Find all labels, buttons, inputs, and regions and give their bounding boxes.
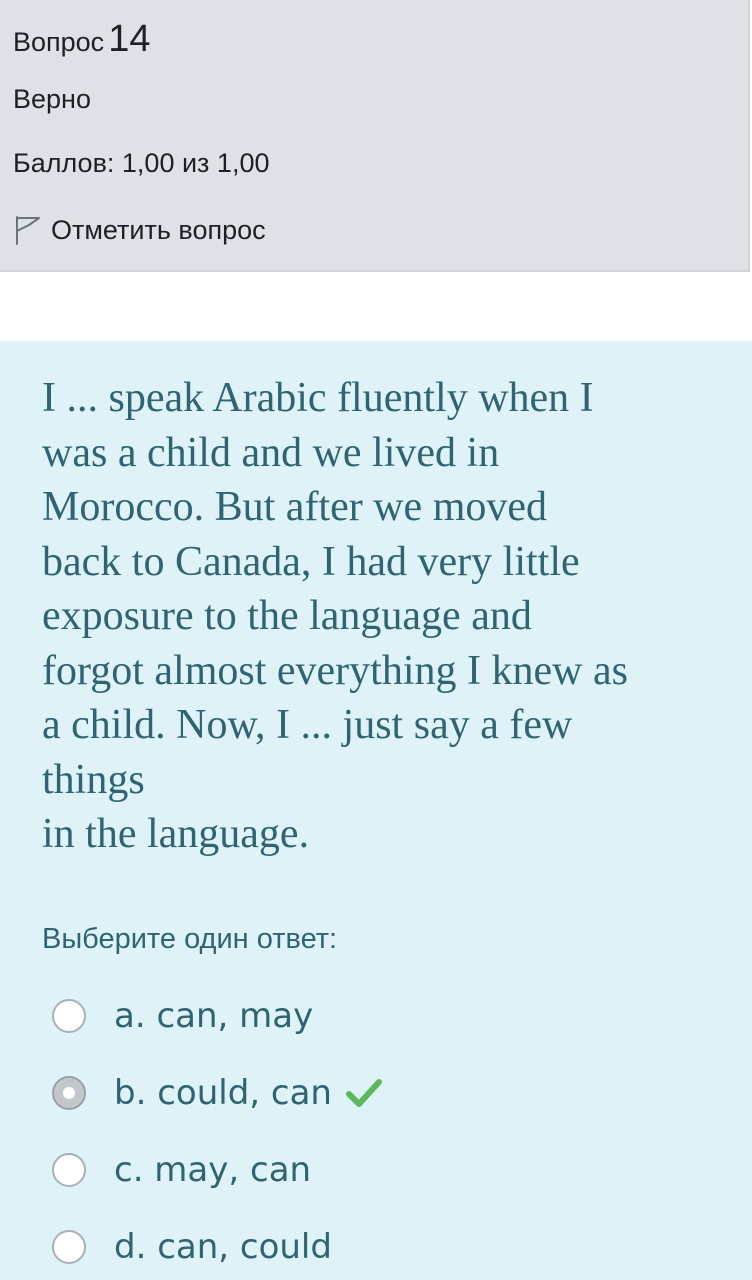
answer-option-c[interactable]: c. may, can [52,1131,732,1208]
answer-radio-d[interactable] [52,1229,86,1264]
answer-radio-b[interactable] [52,1075,86,1110]
answer-radio-a[interactable] [52,998,86,1033]
question-text-line: Morocco. But after we moved [42,484,548,530]
answer-label-d: d. can, could [114,1226,332,1267]
flag-question-link[interactable]: Отметить вопрос [13,214,266,246]
correct-check-icon [345,1078,382,1107]
flag-question-label: Отметить вопрос [51,214,266,245]
quiz-page: Вопрос 14 Верно Баллов: 1,00 из 1,00 Отме… [0,0,752,1280]
question-text-line: back to Canada, I had very little [42,538,580,585]
answer-option-d[interactable]: d. can, could [52,1208,732,1280]
answer-prompt: Выберите один ответ: [42,923,338,955]
answer-radio-c[interactable] [52,1152,86,1187]
question-text-line: in the language. [42,811,310,857]
question-text-line: exposure to the language and [42,593,532,639]
question-state: Верно [13,84,91,114]
answer-label-a: a. can, may [114,995,314,1036]
question-content-panel: I ... speak Arabic fluently when I was a… [0,341,752,1280]
flag-outline-icon [16,216,40,245]
question-text-line: was a child and we lived in [42,429,500,476]
question-info-panel: Вопрос 14 Верно Баллов: 1,00 из 1,00 Отме… [0,0,750,272]
answer-options: a. can, may b. could, can c. may, can d.… [52,977,732,1280]
question-text-line: a child. Now, I ... just say a few [42,702,573,748]
question-text: I ... speak Arabic fluently when I was a… [42,371,722,862]
answer-option-b[interactable]: b. could, can [52,1054,732,1131]
answer-label-c: c. may, can [114,1149,312,1190]
question-text-line: forgot almost everything I knew as [42,647,628,694]
question-text-line: things [42,756,145,803]
answer-label-b: b. could, can [114,1072,332,1113]
question-number-heading: Вопрос 14 [13,18,150,61]
question-grade: Баллов: 1,00 из 1,00 [13,148,270,178]
question-number: 14 [108,18,151,60]
answer-option-a[interactable]: a. can, may [52,977,732,1054]
question-label: Вопрос [13,27,105,57]
question-text-line: I ... speak Arabic fluently when I [42,375,594,421]
